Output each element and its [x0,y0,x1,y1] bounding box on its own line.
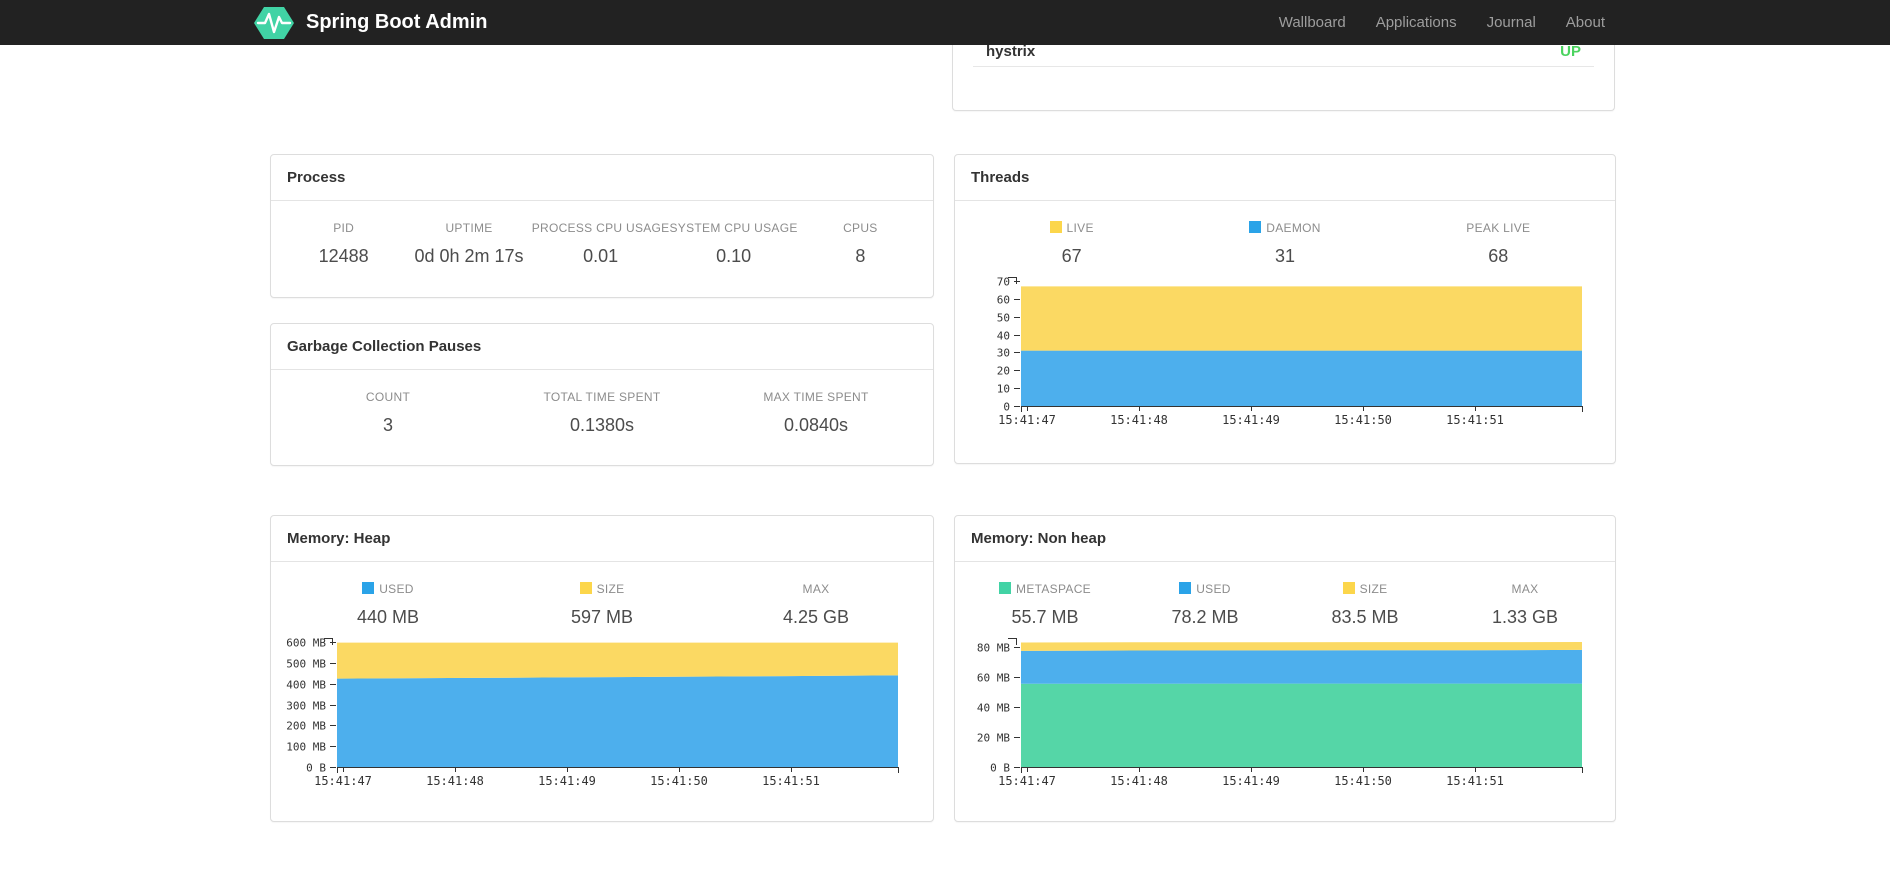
svg-text:300 MB: 300 MB [286,700,326,713]
metric-threads-live: LIVE 67 [965,221,1178,267]
svg-text:80 MB: 80 MB [977,642,1010,655]
metric-gc-max-time: MAX TIME SPENT 0.0840s [763,390,869,435]
svg-text:15:41:47: 15:41:47 [998,774,1056,788]
metric-nonheap-used: USED 78.2 MB [1171,582,1239,627]
metric-threads-daemon: DAEMON 31 [1178,221,1391,267]
nav-item-about[interactable]: About [1551,0,1620,45]
svg-text:15:41:49: 15:41:49 [1222,413,1280,427]
threads-chart: 01020304050607015:41:47 15:41:48 15:41:49 1… [997,276,1583,427]
svg-text:60 MB: 60 MB [977,672,1010,685]
svg-text:15:41:51: 15:41:51 [762,774,820,788]
memory-nonheap-panel: Memory: Non heap METASPACE 55.7 MB USED … [954,515,1616,822]
app-logo-icon [252,3,296,43]
svg-text:20: 20 [997,365,1010,378]
gc-metrics: COUNT 3 TOTAL TIME SPENT 0.1380s MAX TIM… [271,370,933,436]
memory-nonheap-chart: 0 B 20 MB 40 MB 60 MB 80 MB 15:41:47 15:41:48 1… [977,638,1583,788]
svg-text:15:41:49: 15:41:49 [1222,774,1280,788]
memory-heap-panel: Memory: Heap USED 440 MB SIZE 597 MB MAX… [270,515,934,822]
metric-uptime: UPTIME 0d 0h 2m 17s [414,221,524,266]
metric-pid: PID 12488 [318,221,369,266]
memory-heap-chart: 0 B 100 MB 200 MB 300 MB 400 MB 500 MB 600 MB 1… [286,637,899,788]
svg-text:0 B: 0 B [990,762,1010,775]
metric-nonheap-max: MAX 1.33 GB [1491,582,1559,627]
metric-threads-peak: PEAK LIVE 68 [1466,221,1531,266]
nav-item-wallboard[interactable]: Wallboard [1264,0,1361,45]
size-swatch-icon [1342,582,1355,594]
size-swatch-icon [579,582,592,594]
metric-gc-total-time: TOTAL TIME SPENT 0.1380s [543,390,661,435]
page-content: hystrix UP Process PID 12488 UPTIME 0d 0… [270,0,1620,892]
svg-text:15:41:48: 15:41:48 [426,774,484,788]
metric-heap-used: USED 440 MB [356,582,420,627]
process-metrics: PID 12488 UPTIME 0d 0h 2m 17s PROCESS CP… [271,201,933,267]
process-panel-title: Process [271,155,933,201]
heap-legend: USED 440 MB SIZE 597 MB MAX 4.25 GB [271,562,933,628]
metric-process-cpu: PROCESS CPU USAGE 0.01 [531,221,670,266]
gc-panel: Garbage Collection Pauses COUNT 3 TOTAL … [270,323,934,466]
svg-text:400 MB: 400 MB [286,679,326,692]
live-swatch-icon [1049,221,1062,233]
svg-text:15:41:48: 15:41:48 [1110,413,1168,427]
svg-text:15:41:49: 15:41:49 [538,774,596,788]
threads-panel: Threads LIVE 67 DAEMON 31 PEAK LIVE 68 0… [954,154,1616,464]
daemon-swatch-icon [1249,221,1262,233]
svg-text:40: 40 [997,330,1010,343]
metric-heap-max: MAX 4.25 GB [782,582,850,627]
svg-text:15:41:47: 15:41:47 [998,413,1056,427]
svg-text:200 MB: 200 MB [286,720,326,733]
brand-title: Spring Boot Admin [306,11,488,33]
svg-text:15:41:47: 15:41:47 [314,774,372,788]
svg-text:10: 10 [997,383,1010,396]
nav-links: Wallboard Applications Journal About [1264,0,1620,45]
metric-nonheap-size: SIZE 83.5 MB [1331,582,1399,627]
memory-heap-panel-title: Memory: Heap [271,516,933,562]
nav-item-journal[interactable]: Journal [1472,0,1551,45]
svg-text:15:41:50: 15:41:50 [1334,774,1392,788]
svg-text:15:41:51: 15:41:51 [1446,774,1504,788]
metric-gc-count: COUNT 3 [365,390,411,435]
threads-panel-title: Threads [955,155,1615,201]
svg-text:15:41:48: 15:41:48 [1110,774,1168,788]
threads-legend: LIVE 67 DAEMON 31 PEAK LIVE 68 [955,201,1615,267]
brand-link[interactable]: Spring Boot Admin [252,3,487,43]
nonheap-legend: METASPACE 55.7 MB USED 78.2 MB SIZE 83.5… [955,562,1615,628]
svg-text:30: 30 [997,347,1010,360]
used-swatch-icon [1179,582,1192,594]
svg-text:600 MB: 600 MB [286,637,326,650]
metric-system-cpu: SYSTEM CPU USAGE 0.10 [669,221,798,266]
navbar: Spring Boot Admin Wallboard Applications… [0,0,1890,45]
metric-cpus: CPUS 8 [843,221,878,266]
nav-item-applications[interactable]: Applications [1361,0,1472,45]
metric-heap-size: SIZE 597 MB [570,582,634,627]
svg-text:15:41:51: 15:41:51 [1446,413,1504,427]
metric-metaspace: METASPACE 55.7 MB [965,582,1125,628]
memory-nonheap-panel-title: Memory: Non heap [955,516,1615,562]
svg-text:20 MB: 20 MB [977,732,1010,745]
process-panel: Process PID 12488 UPTIME 0d 0h 2m 17s PR… [270,154,934,298]
svg-text:500 MB: 500 MB [286,658,326,671]
svg-text:15:41:50: 15:41:50 [1334,413,1392,427]
svg-text:100 MB: 100 MB [286,741,326,754]
used-swatch-icon [362,582,375,594]
gc-panel-title: Garbage Collection Pauses [271,324,933,370]
svg-text:50: 50 [997,312,1010,325]
metaspace-swatch-icon [999,582,1012,594]
svg-text:40 MB: 40 MB [977,702,1010,715]
svg-text:0 B: 0 B [306,762,326,775]
svg-text:60: 60 [997,294,1010,307]
svg-text:15:41:50: 15:41:50 [650,774,708,788]
navbar-inner: Spring Boot Admin Wallboard Applications… [254,0,1620,45]
svg-text:0: 0 [1003,401,1010,414]
